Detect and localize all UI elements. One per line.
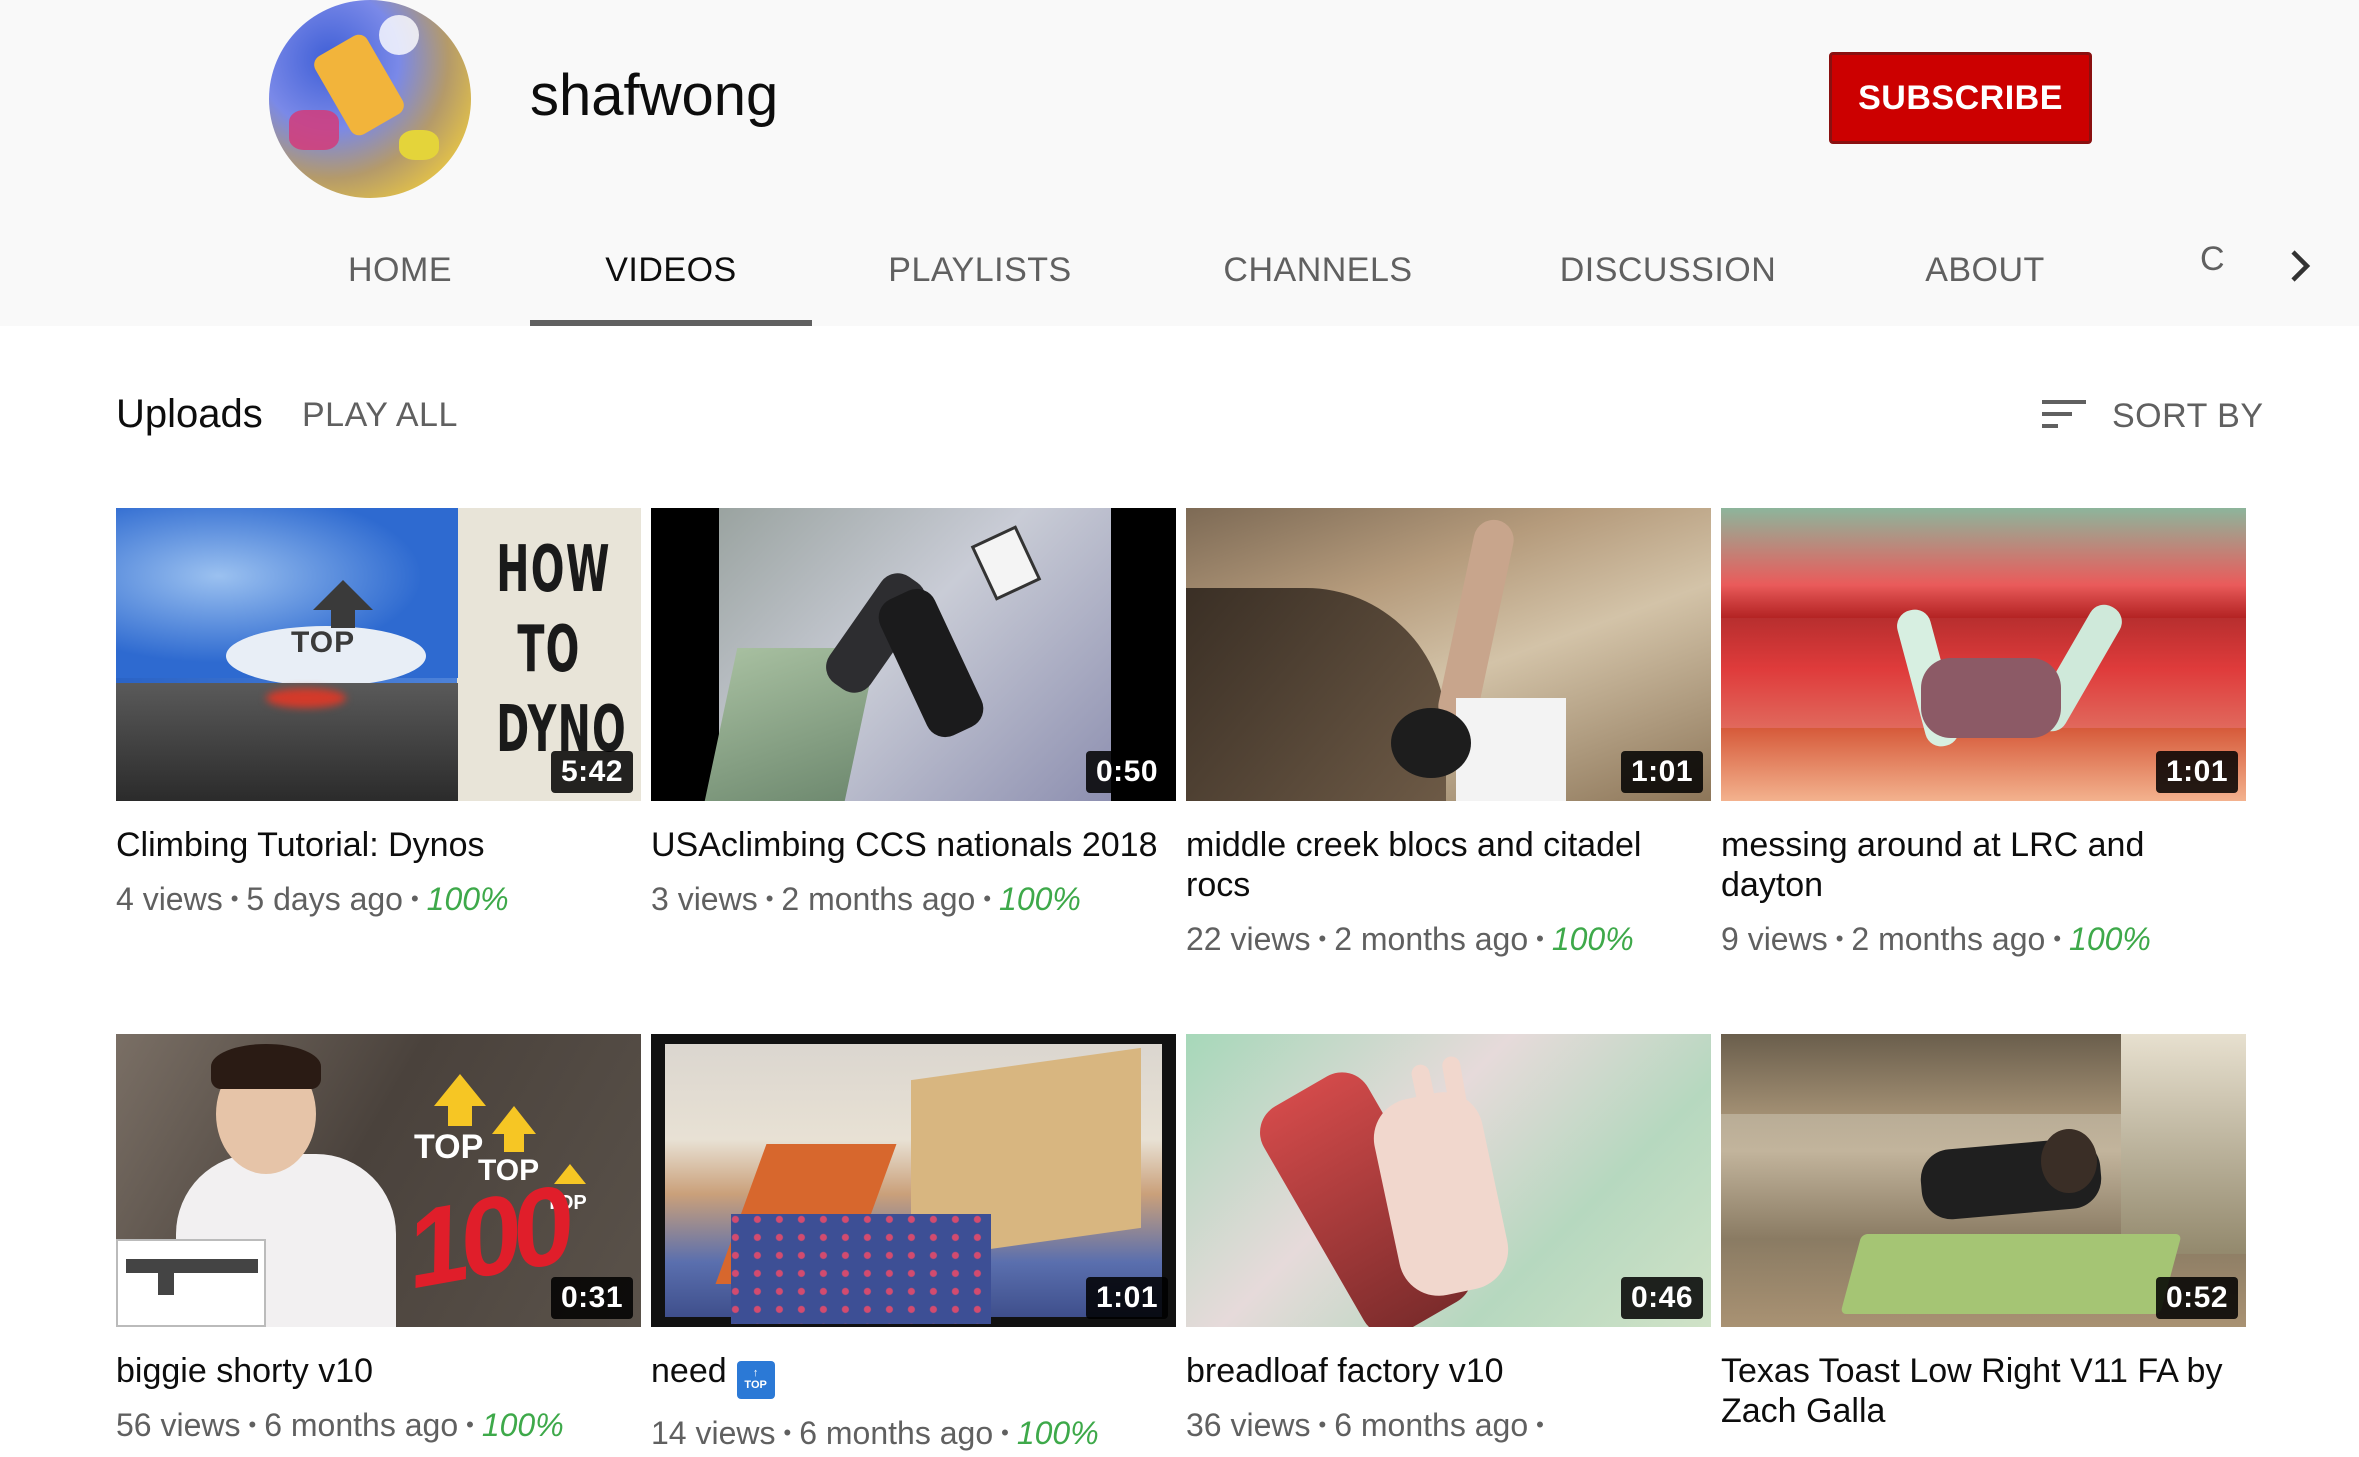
video-thumbnail[interactable]: 0:52 [1721,1034,2246,1327]
video-meta: 22 views • 2 months ago • 100% [1186,921,1634,957]
video-card[interactable]: 0:46 breadloaf factory v10 36 views • 6 mo… [1186,1034,1711,1445]
video-card[interactable]: 1:01 need ↑ TOP 14 views • 6 months ago • 100% [651,1034,1176,1453]
view-count: 36 views [1186,1407,1311,1443]
video-thumbnail[interactable]: 0:50 [651,508,1176,801]
video-duration: 1:01 [1620,751,1703,793]
tab-playlists[interactable]: PLAYLISTS [870,214,1090,326]
video-title[interactable]: need ↑ TOP [651,1351,1176,1399]
sort-by-label: SORT BY [2112,396,2264,435]
tab-home[interactable]: HOME [330,214,470,326]
upload-age: 2 months ago [1334,921,1529,957]
upload-age: 6 months ago [799,1415,994,1451]
video-title[interactable]: Texas Toast Low Right V11 FA by Zach Gal… [1721,1351,2246,1431]
upload-age: 5 days ago [246,881,403,917]
video-duration: 1:01 [2155,751,2238,793]
channel-avatar[interactable] [269,0,471,198]
upload-age: 6 months ago [1334,1407,1529,1443]
section-title: Uploads [116,392,263,436]
video-card[interactable]: TOP TOP TOP 100 0:31 biggie shorty v10 5… [116,1034,641,1445]
video-card[interactable]: 1:01 middle creek blocs and citadel rocs… [1186,508,1711,959]
like-ratio: 100% [2069,921,2151,957]
view-count: 4 views [116,881,223,917]
video-duration: 1:01 [1085,1277,1168,1319]
view-count: 14 views [651,1415,776,1451]
view-count: 56 views [116,1407,241,1443]
meme-inset-image [116,1239,266,1327]
video-title[interactable]: Climbing Tutorial: Dynos [116,825,641,865]
video-thumbnail[interactable]: 1:01 [1186,508,1711,801]
video-thumbnail[interactable]: TOP HOW TO DYNO 5:42 [116,508,641,801]
like-ratio: 100% [999,881,1081,917]
play-all-button[interactable]: PLAY ALL [302,396,458,435]
tab-discussion[interactable]: DISCUSSION [1548,214,1788,326]
view-count: 3 views [651,881,758,917]
thumbnail-top-text: TOP [291,626,356,659]
video-meta: 3 views • 2 months ago • 100% [651,881,1081,917]
video-meta: 14 views • 6 months ago • 100% [651,1415,1099,1451]
video-thumbnail[interactable]: 0:46 [1186,1034,1711,1327]
video-title[interactable]: messing around at LRC and dayton [1721,825,2246,905]
video-title[interactable]: breadloaf factory v10 [1186,1351,1711,1391]
upload-age: 2 months ago [781,881,976,917]
video-meta: 56 views • 6 months ago • 100% [116,1407,564,1443]
top-emoji-icon: ↑ TOP [736,1361,775,1399]
upload-age: 6 months ago [264,1407,459,1443]
video-thumbnail[interactable]: 1:01 [1721,508,2246,801]
chevron-right-icon[interactable] [2276,238,2326,294]
tab-partial[interactable]: C [2200,240,2225,279]
like-ratio: 100% [426,881,509,917]
thumbnail-title-text: HOW TO DYNO [496,533,627,767]
video-meta: 4 views • 5 days ago • 100% [116,881,509,917]
sort-by-button[interactable]: SORT BY [2040,388,2264,444]
video-duration: 5:42 [550,751,633,793]
view-count: 9 views [1721,921,1828,957]
tab-about[interactable]: ABOUT [1915,214,2055,326]
video-title[interactable]: middle creek blocs and citadel rocs [1186,825,1711,905]
video-card[interactable]: 0:50 USAclimbing CCS nationals 2018 3 vi… [651,508,1176,919]
hundred-emoji-text: 100 [396,1163,575,1312]
video-title-text: need [651,1352,727,1390]
video-duration: 0:31 [550,1277,633,1319]
video-card[interactable]: TOP HOW TO DYNO 5:42 Climbing Tutorial: … [116,508,641,919]
channel-name: shafwong [530,63,779,128]
video-thumbnail[interactable]: 1:01 [651,1034,1176,1327]
video-title[interactable]: USAclimbing CCS nationals 2018 [651,825,1176,865]
tab-channels[interactable]: CHANNELS [1210,214,1426,326]
thumbnail-top-text: TOP [414,1128,484,1166]
video-card[interactable]: 0:52 Texas Toast Low Right V11 FA by Zac… [1721,1034,2246,1431]
video-thumbnail[interactable]: TOP TOP TOP 100 0:31 [116,1034,641,1327]
channel-tabs: HOME VIDEOS PLAYLISTS CHANNELS DISCUSSIO… [0,214,2359,326]
sort-icon [2040,396,2088,437]
video-card[interactable]: 1:01 messing around at LRC and dayton 9 … [1721,508,2246,959]
like-ratio: 100% [481,1407,564,1443]
video-duration: 0:52 [2155,1277,2238,1319]
subscribe-button[interactable]: SUBSCRIBE [1829,52,2092,144]
video-title[interactable]: biggie shorty v10 [116,1351,641,1391]
video-duration: 0:50 [1085,751,1168,793]
upload-age: 2 months ago [1851,921,2046,957]
video-meta: 36 views • 6 months ago • [1186,1407,1544,1443]
like-ratio: 100% [1551,921,1634,957]
video-meta: 9 views • 2 months ago • 100% [1721,921,2151,957]
view-count: 22 views [1186,921,1311,957]
like-ratio: 100% [1016,1415,1099,1451]
tab-videos[interactable]: VIDEOS [530,214,812,326]
video-duration: 0:46 [1620,1277,1703,1319]
